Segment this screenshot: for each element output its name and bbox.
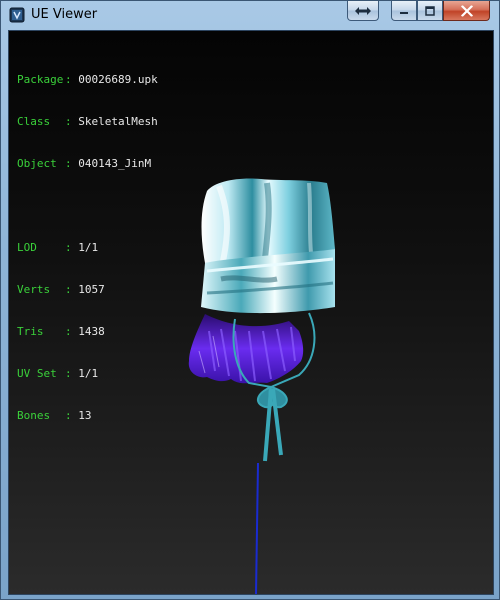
verts-value: 1057 — [78, 283, 105, 296]
app-window: UE Viewer Package: 00026689.upk Class:… — [0, 0, 500, 600]
info-lod-row: LOD: 1/1 — [17, 241, 99, 254]
tris-value: 1438 — [78, 325, 105, 338]
object-value: 040143_JinM — [78, 157, 152, 170]
info-object-row: Object: 040143_JinM — [17, 157, 152, 170]
minimize-button[interactable] — [391, 1, 417, 21]
maximize-button[interactable] — [417, 1, 443, 21]
close-button[interactable] — [443, 1, 490, 21]
class-value: SkeletalMesh — [78, 115, 158, 128]
package-value: 00026689.upk — [78, 73, 158, 86]
headwear-mesh — [201, 178, 335, 314]
info-label: Class — [17, 115, 51, 128]
ue-viewer-app-icon — [9, 7, 25, 23]
info-package-row: Package: 00026689.upk — [17, 73, 158, 86]
bone-line — [255, 462, 259, 594]
window-title: UE Viewer — [31, 7, 98, 22]
swap-arrows-icon — [355, 6, 371, 15]
mesh-info-panel: Package: 00026689.upk Class: SkeletalMes… — [17, 45, 158, 451]
bones-value: 13 — [78, 409, 92, 422]
close-icon — [460, 5, 473, 16]
info-class-row: Class: SkeletalMesh — [17, 115, 158, 128]
lod-value: 1/1 — [78, 241, 99, 254]
hair-mesh — [188, 314, 304, 384]
info-label: Object — [17, 157, 57, 170]
info-label: Verts — [17, 283, 51, 296]
swap-button[interactable] — [347, 1, 379, 21]
3d-viewport[interactable]: Package: 00026689.upk Class: SkeletalMes… — [8, 30, 494, 595]
title-bar[interactable]: UE Viewer — [1, 1, 499, 29]
info-label: LOD — [17, 241, 37, 254]
info-uvset-row: UV Set: 1/1 — [17, 367, 99, 380]
info-verts-row: Verts: 1057 — [17, 283, 105, 296]
info-label: Package — [17, 73, 64, 86]
uvset-value: 1/1 — [78, 367, 99, 380]
info-label: UV Set — [17, 367, 57, 380]
info-bones-row: Bones: 13 — [17, 409, 92, 422]
info-label: Bones — [17, 409, 51, 422]
info-tris-row: Tris: 1438 — [17, 325, 105, 338]
maximize-icon — [425, 5, 435, 16]
minimize-icon — [400, 11, 408, 14]
info-label: Tris — [17, 325, 44, 338]
